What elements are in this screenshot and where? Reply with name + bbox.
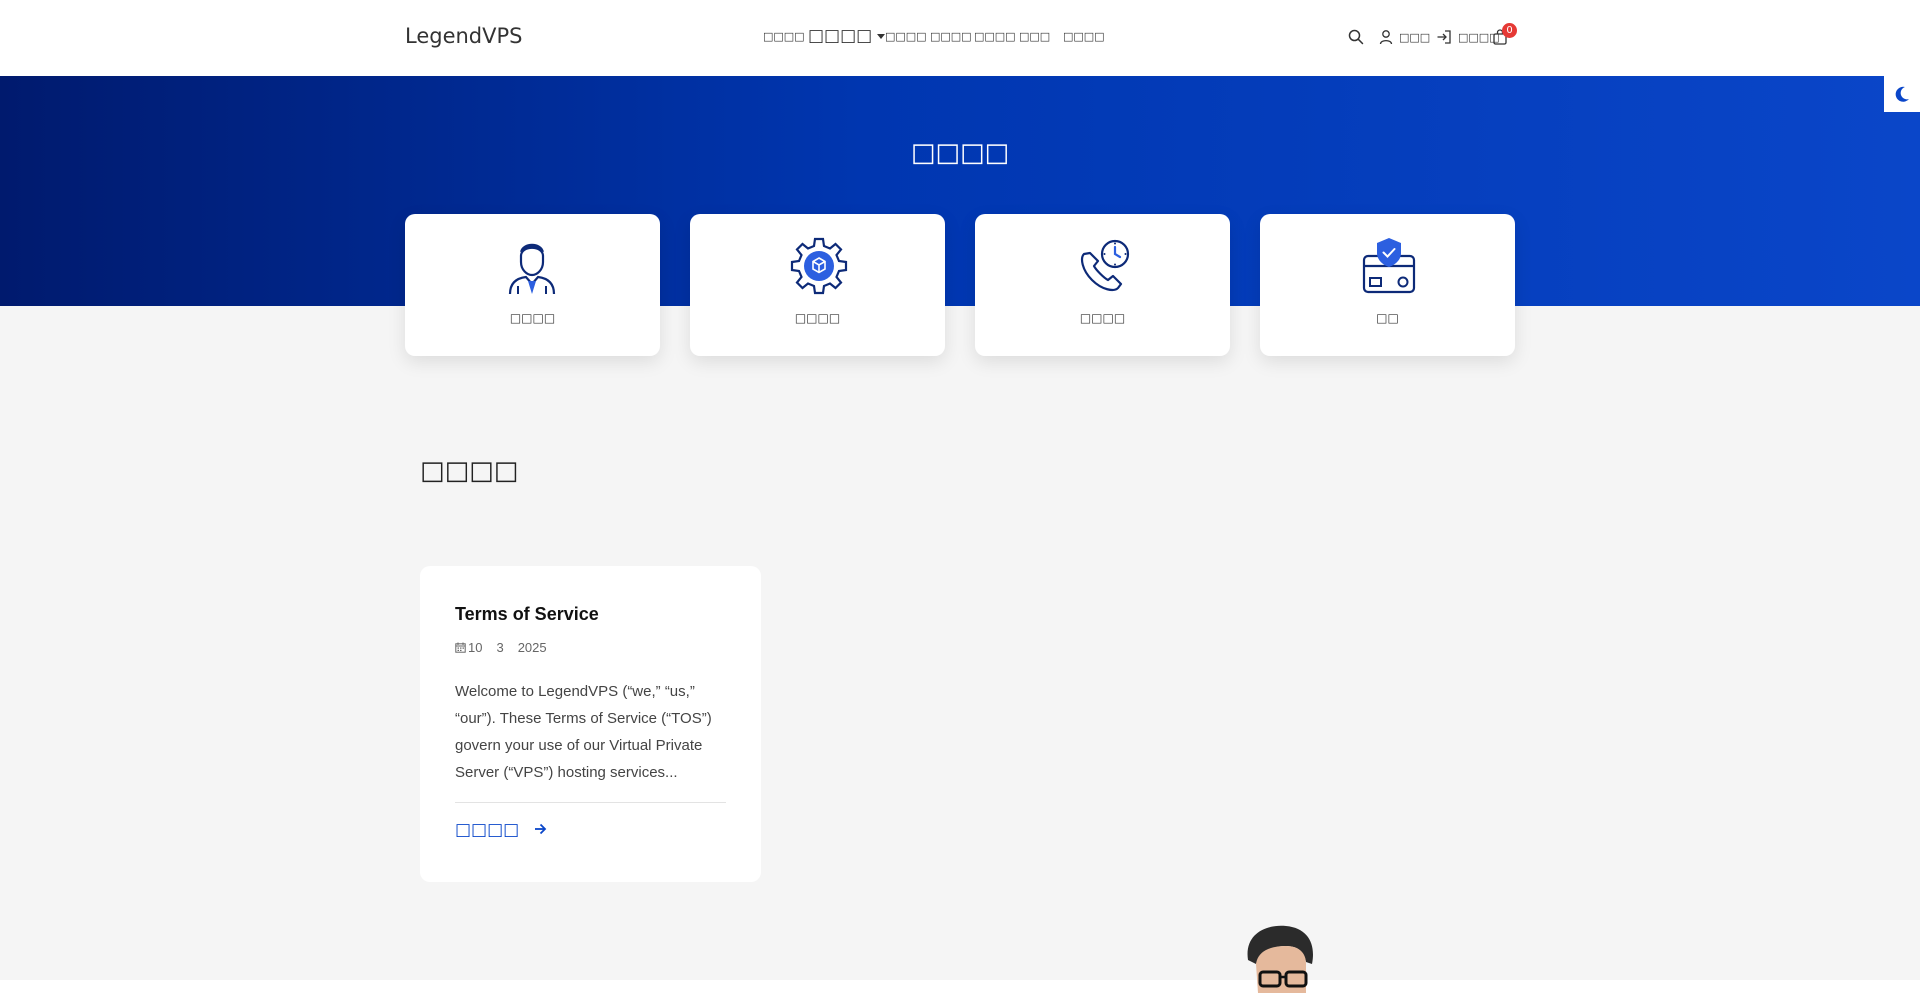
post-title[interactable]: Terms of Service [455,604,599,625]
nav-item-4[interactable]: □□□□ [930,30,972,43]
post-date-year: 2025 [517,640,547,655]
account-link[interactable]: □□□ [1399,31,1430,44]
shield-card-icon [1362,238,1416,294]
read-more-link[interactable]: □□□□ [455,820,547,840]
hero-banner: □□□□ [0,76,1920,306]
section-title: □□□□ [420,456,519,486]
phone-clock-icon [1081,239,1130,291]
calendar-icon [455,642,466,653]
theme-toggle-button[interactable] [1884,76,1920,112]
cart-count-badge: 0 [1502,23,1517,38]
hero-title: □□□□ [910,138,1010,168]
read-more-label: □□□□ [455,820,520,840]
post-excerpt: Welcome to LegendVPS (“we,” “us,” “our”)… [455,683,712,781]
search-icon[interactable] [1347,28,1365,46]
feature-card-billing[interactable]: □□ [1260,214,1515,356]
nav-item-3[interactable]: □□□□ [885,30,927,43]
feature-card-label: □□□□ [509,311,556,325]
nav-item-1[interactable]: □□□□ [763,30,805,43]
nav-item-2-label: □□□□ [808,26,873,46]
post-date-day: 10 [468,640,483,655]
nav-item-2-dropdown[interactable]: □□□□ [808,26,886,46]
arrow-right-icon [534,823,546,835]
site-header: LegendVPS □□□□ □□□□ □□□□ □□□□ □□□□ □□□ □… [0,0,1920,76]
nav-item-6[interactable]: □□□ [1019,30,1050,43]
feature-card-label: □□□□ [1079,311,1126,325]
person-photo [1236,920,1336,993]
post-date-month: 3 [496,640,504,655]
support-agent-icon [508,243,556,295]
feature-card-label: □□□□ [794,311,841,325]
site-logo[interactable]: LegendVPS [405,24,523,48]
announcement-card: Terms of Service 10 3 2025 Welcome to Lege… [420,566,761,882]
post-divider [455,802,726,803]
feature-card-contact[interactable]: □□□□ [975,214,1230,356]
nav-item-7[interactable]: □□□□ [1063,30,1105,43]
footer-strip [0,980,1920,993]
moon-icon [1895,86,1909,102]
feature-card-services[interactable]: □□□□ [690,214,945,356]
post-date: 10 3 2025 [455,640,561,655]
login-icon[interactable] [1435,28,1453,46]
feature-card-label: □□ [1376,311,1399,325]
nav-item-5[interactable]: □□□□ [974,30,1016,43]
gear-network-icon [790,237,848,295]
user-icon[interactable] [1377,28,1395,46]
feature-card-support[interactable]: □□□□ [405,214,660,356]
